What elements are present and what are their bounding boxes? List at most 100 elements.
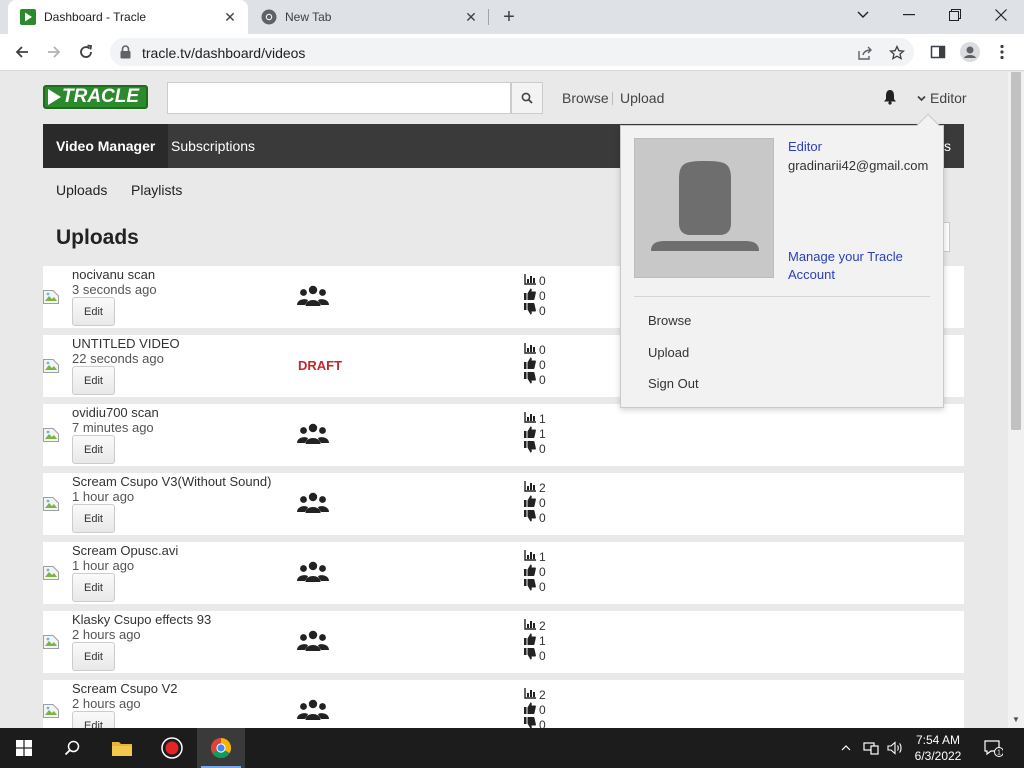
notification-bell-icon[interactable] (883, 89, 897, 110)
chrome-favicon-icon (261, 9, 277, 25)
nav-subscriptions[interactable]: Subscriptions (158, 124, 268, 168)
top-link-browse[interactable]: Browse (562, 90, 609, 106)
page-viewport: TRACLE Browse Upload Editor Video Manage… (0, 72, 1008, 728)
video-title[interactable]: Scream Opusc.avi (72, 543, 178, 558)
manage-account-link[interactable]: Manage your Tracle Account (788, 248, 928, 284)
dropdown-item-upload[interactable]: Upload (648, 345, 689, 360)
share-icon[interactable] (856, 44, 874, 62)
close-window-icon[interactable] (978, 0, 1024, 30)
restore-icon[interactable] (932, 0, 978, 30)
edit-video-button[interactable]: Edit (72, 435, 115, 464)
video-thumbnail-broken-image-icon[interactable] (43, 635, 59, 649)
browser-toolbar: tracle.tv/dashboard/videos (0, 34, 1024, 71)
tray-chevron-up-icon[interactable] (838, 728, 854, 768)
address-bar[interactable]: tracle.tv/dashboard/videos (110, 38, 914, 66)
forward-arrow-icon[interactable] (42, 40, 66, 64)
bookmark-star-icon[interactable] (888, 44, 906, 62)
video-row: Klasky Csupo effects 93 2 hours ago Edit 2 1… (43, 611, 964, 673)
video-title[interactable]: nocivanu scan (72, 267, 155, 282)
video-stats: 200 (524, 480, 564, 525)
likes-stat: 1 (524, 633, 564, 648)
video-title[interactable]: Scream Csupo V2 (72, 681, 178, 696)
new-tab-plus-icon[interactable]: + (499, 7, 519, 27)
video-title[interactable]: Scream Csupo V3(Without Sound) (72, 474, 271, 489)
tab-search-chevron-icon[interactable] (840, 0, 886, 30)
dislikes-stat: 0 (524, 648, 564, 663)
tracle-logo[interactable]: TRACLE (43, 85, 148, 109)
dropdown-username-link[interactable]: Editor (788, 139, 822, 154)
minimize-icon[interactable] (886, 0, 932, 30)
tab-dashboard[interactable]: Dashboard - Tracle ✕ (8, 0, 248, 34)
dislikes-stat: 0 (524, 372, 564, 387)
action-center-icon[interactable]: 1 (978, 728, 1008, 768)
windows-start-icon[interactable] (0, 728, 48, 768)
dislikes-stat: 0 (524, 579, 564, 594)
browser-menu-kebab-icon[interactable] (990, 40, 1014, 64)
dropdown-item-browse[interactable]: Browse (648, 313, 691, 328)
dropdown-item-sign-out[interactable]: Sign Out (648, 376, 699, 391)
edit-video-button[interactable]: Edit (72, 711, 115, 728)
views-count: 1 (539, 549, 546, 564)
views-count: 2 (539, 687, 546, 702)
lock-icon (120, 45, 131, 64)
public-users-icon (297, 492, 329, 519)
likes-count: 1 (539, 426, 546, 441)
page-scrollbar[interactable]: ▼ (1008, 72, 1024, 728)
taskbar-clock[interactable]: 7:54 AM 6/3/2022 (905, 732, 971, 764)
thumbs-down-icon (524, 579, 539, 594)
notification-count: 1 (997, 750, 1001, 757)
reload-icon[interactable] (74, 40, 98, 64)
tracle-favicon-icon (20, 9, 36, 25)
video-title[interactable]: UNTITLED VIDEO (72, 336, 180, 351)
video-thumbnail-broken-image-icon[interactable] (43, 566, 59, 580)
likes-count: 0 (539, 702, 546, 717)
subnav-uploads[interactable]: Uploads (56, 182, 107, 198)
video-thumbnail-broken-image-icon[interactable] (43, 290, 59, 304)
nav-video-manager[interactable]: Video Manager (43, 124, 169, 168)
scroll-down-arrow-icon[interactable]: ▼ (1012, 715, 1020, 724)
video-thumbnail-broken-image-icon[interactable] (43, 428, 59, 442)
views-chart-icon (524, 411, 539, 426)
likes-count: 0 (539, 357, 546, 372)
nav-right-item-fragment[interactable]: s (944, 124, 951, 168)
video-upload-time: 1 hour ago (72, 558, 135, 573)
video-thumbnail-broken-image-icon[interactable] (43, 704, 59, 718)
video-thumbnail-broken-image-icon[interactable] (43, 497, 59, 511)
tab-new-tab[interactable]: New Tab ✕ (249, 0, 489, 34)
profile-avatar-icon[interactable] (958, 40, 982, 64)
screen-recorder-icon[interactable] (148, 728, 196, 768)
user-dropdown-menu: Editor gradinarii42@gmail.com Manage you… (620, 113, 944, 408)
subnav-playlists[interactable]: Playlists (131, 182, 182, 198)
search-input[interactable] (167, 82, 511, 114)
back-arrow-icon[interactable] (10, 40, 34, 64)
dislikes-stat: 0 (524, 303, 564, 318)
top-link-upload[interactable]: Upload (620, 90, 664, 106)
clock-date: 6/3/2022 (914, 749, 962, 763)
user-menu-toggle[interactable]: Editor (917, 90, 967, 106)
network-icon[interactable] (861, 728, 881, 768)
video-title[interactable]: ovidiu700 scan (72, 405, 159, 420)
edit-video-button[interactable]: Edit (72, 504, 115, 533)
video-title[interactable]: Klasky Csupo effects 93 (72, 612, 211, 627)
thumbs-down-icon (524, 372, 539, 387)
tab-close-icon[interactable]: ✕ (222, 9, 238, 25)
edit-video-button[interactable]: Edit (72, 573, 115, 602)
taskbar-search-icon[interactable] (48, 728, 96, 768)
thumbs-up-icon (524, 702, 539, 717)
tab-close-icon[interactable]: ✕ (463, 9, 479, 25)
edit-video-button[interactable]: Edit (72, 297, 115, 326)
default-avatar-icon (635, 139, 773, 277)
side-panel-icon[interactable] (926, 40, 950, 64)
edit-video-button[interactable]: Edit (72, 642, 115, 671)
chevron-down-icon (917, 95, 926, 101)
search-button[interactable] (511, 82, 543, 114)
dislikes-count: 0 (539, 441, 546, 456)
video-upload-time: 7 minutes ago (72, 420, 154, 435)
chrome-taskbar-icon[interactable] (197, 728, 245, 768)
scrollbar-thumb[interactable] (1011, 72, 1021, 430)
edit-video-button[interactable]: Edit (72, 366, 115, 395)
volume-icon[interactable] (885, 728, 905, 768)
file-explorer-icon[interactable] (98, 728, 146, 768)
video-thumbnail-broken-image-icon[interactable] (43, 359, 59, 373)
views-stat: 2 (524, 687, 564, 702)
